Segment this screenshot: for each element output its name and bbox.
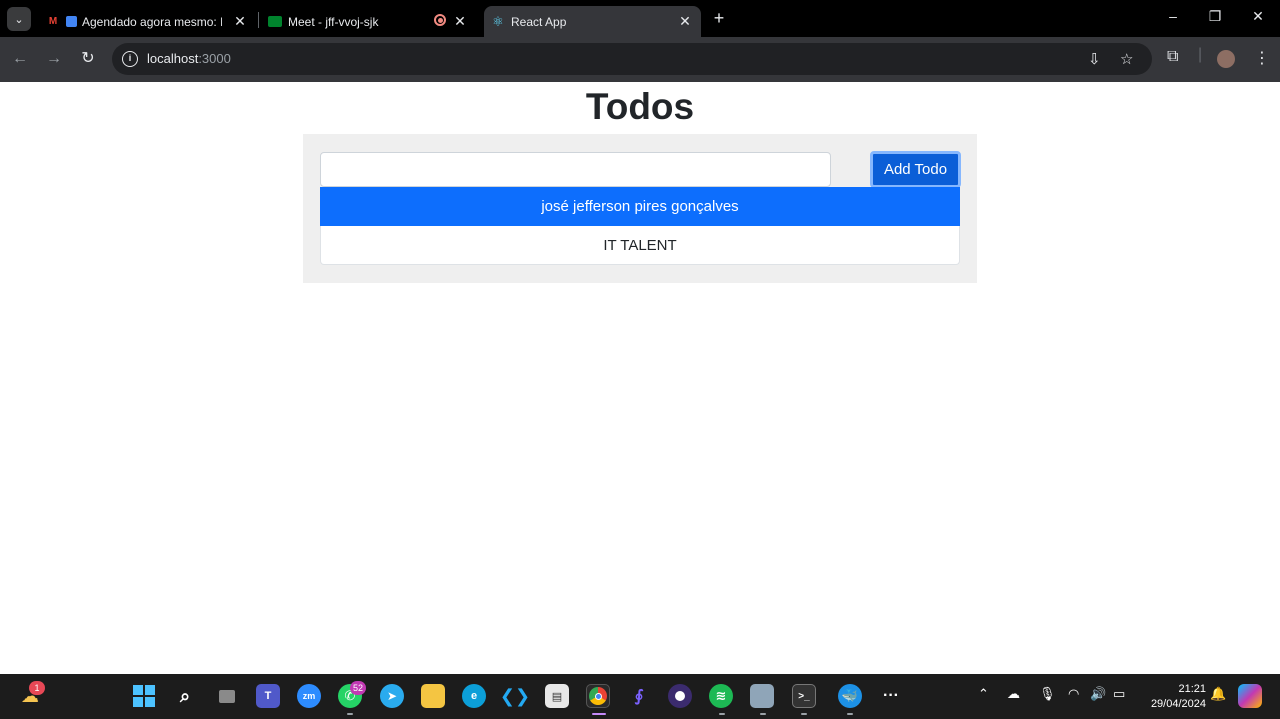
close-icon[interactable]: ✕	[452, 13, 468, 30]
terminal-icon[interactable]: >_	[792, 684, 816, 708]
weather-badge: 1	[29, 681, 45, 695]
active-indicator	[592, 713, 606, 715]
chevron-down-icon: ⌄	[14, 13, 24, 26]
info-icon[interactable]: i	[122, 51, 138, 67]
restore-icon: ❐	[1208, 8, 1222, 24]
copilot-icon[interactable]	[1238, 684, 1262, 708]
browser-toolbar: ← → ↻ i localhost:3000 ⇩ ☆ ⧉ | ⋮	[0, 37, 1280, 82]
start-windows-icon[interactable]	[132, 684, 156, 708]
spotify-icon[interactable]: ≋	[709, 684, 733, 708]
moon-app-icon[interactable]	[668, 684, 692, 708]
system-clock[interactable]: 21:21 29/04/2024	[1140, 682, 1206, 712]
figma-like-icon[interactable]: ∮	[627, 684, 651, 708]
clock-time: 21:21	[1178, 683, 1206, 695]
file-explorer-icon[interactable]	[421, 684, 445, 708]
onedrive-icon[interactable]: ☁	[1007, 686, 1020, 702]
tab-strip: ⌄ M Agendado agora mesmo: M ✕ Meet - jff…	[0, 0, 1280, 37]
more-apps-icon[interactable]: ···	[879, 684, 903, 708]
calendar-icon	[66, 16, 77, 27]
page-content: Todos Add Todo josé jefferson pires gonç…	[0, 82, 1280, 674]
task-view-icon[interactable]	[215, 684, 239, 708]
recording-icon	[434, 14, 446, 26]
tab-title: React App	[511, 14, 567, 29]
todo-input[interactable]	[320, 152, 831, 187]
close-icon: ✕	[1252, 8, 1264, 24]
tab-separator	[258, 12, 259, 28]
url-port: :3000	[198, 51, 231, 66]
extensions-icon[interactable]: ⧉	[1167, 48, 1178, 66]
running-indicator	[719, 713, 725, 715]
close-icon[interactable]: ✕	[677, 13, 693, 30]
zoom-icon[interactable]: zm	[297, 684, 321, 708]
close-window-button[interactable]: ✕	[1243, 8, 1273, 25]
photos-icon[interactable]	[750, 684, 774, 708]
react-icon: ⚛	[492, 13, 504, 29]
forward-button[interactable]: →	[43, 48, 65, 70]
reload-button[interactable]: ↻	[77, 48, 99, 70]
arrow-right-icon: →	[46, 50, 62, 67]
tab-gmail[interactable]: M Agendado agora mesmo: M ✕	[38, 6, 256, 37]
clock-date: 29/04/2024	[1150, 698, 1206, 710]
running-indicator	[760, 713, 766, 715]
telegram-icon[interactable]: ➤	[380, 684, 404, 708]
profile-avatar[interactable]	[1217, 50, 1235, 68]
running-indicator	[347, 713, 353, 715]
reload-icon: ↻	[81, 50, 95, 67]
close-icon[interactable]: ✕	[232, 13, 248, 30]
meet-icon	[268, 16, 282, 27]
minimize-icon: –	[1169, 8, 1177, 24]
plus-icon: +	[713, 8, 725, 28]
wifi-icon[interactable]: ◠	[1068, 686, 1079, 702]
docker-icon[interactable]: 🐳	[838, 684, 862, 708]
chevron-up-icon[interactable]: ⌃	[978, 686, 989, 702]
taskbar: ☁ 1 ⌕ T zm ✆ 52 ➤ e ❮❯ ▤ ∮ ≋ >_ 🐳 ··· ⌃ …	[0, 674, 1280, 719]
gmail-icon: M	[48, 16, 58, 27]
list-item[interactable]: IT TALENT	[320, 226, 960, 265]
document-app-icon[interactable]: ▤	[545, 684, 569, 708]
running-indicator	[847, 713, 853, 715]
tab-react-app[interactable]: ⚛ React App ✕	[484, 6, 701, 37]
whatsapp-badge: 52	[350, 681, 366, 695]
tab-search-button[interactable]: ⌄	[7, 7, 31, 31]
running-indicator	[801, 713, 807, 715]
battery-icon[interactable]: ▭	[1113, 686, 1125, 702]
address-bar[interactable]: i localhost:3000 ⇩ ☆	[112, 43, 1152, 75]
minimize-button[interactable]: –	[1158, 8, 1188, 24]
tab-title: Meet - jff-vvoj-sjk	[288, 14, 379, 29]
tab-title: Agendado agora mesmo: M	[82, 14, 222, 29]
url-host: localhost	[147, 51, 199, 66]
chrome-icon[interactable]	[586, 684, 610, 708]
teams-icon[interactable]: T	[256, 684, 280, 708]
toolbar-divider: |	[1198, 46, 1203, 63]
restore-button[interactable]: ❐	[1200, 8, 1230, 25]
new-tab-button[interactable]: +	[709, 8, 729, 29]
search-icon[interactable]: ⌕	[173, 684, 197, 708]
notification-bell-icon[interactable]: 🔔	[1210, 686, 1226, 702]
browser-chrome: ⌄ M Agendado agora mesmo: M ✕ Meet - jff…	[0, 0, 1280, 82]
volume-icon[interactable]: 🔊	[1090, 686, 1106, 702]
todo-card: Add Todo josé jefferson pires gonçalves …	[303, 134, 977, 283]
page-title: Todos	[585, 86, 695, 127]
add-todo-button[interactable]: Add Todo	[870, 151, 961, 188]
tab-meet[interactable]: Meet - jff-vvoj-sjk ✕	[262, 6, 476, 37]
arrow-left-icon: ←	[12, 50, 28, 67]
bookmark-star-icon[interactable]: ☆	[1120, 50, 1133, 68]
install-app-icon[interactable]: ⇩	[1088, 50, 1101, 68]
todo-list: josé jefferson pires gonçalves IT TALENT	[320, 187, 960, 265]
edge-icon[interactable]: e	[462, 684, 486, 708]
menu-dots-icon[interactable]: ⋮	[1254, 48, 1270, 68]
back-button[interactable]: ←	[9, 48, 31, 70]
url-text[interactable]: localhost:3000	[147, 51, 231, 66]
list-item[interactable]: josé jefferson pires gonçalves	[320, 187, 960, 226]
vscode-icon[interactable]: ❮❯	[500, 684, 530, 708]
microphone-icon[interactable]: 🎙	[1039, 686, 1056, 702]
